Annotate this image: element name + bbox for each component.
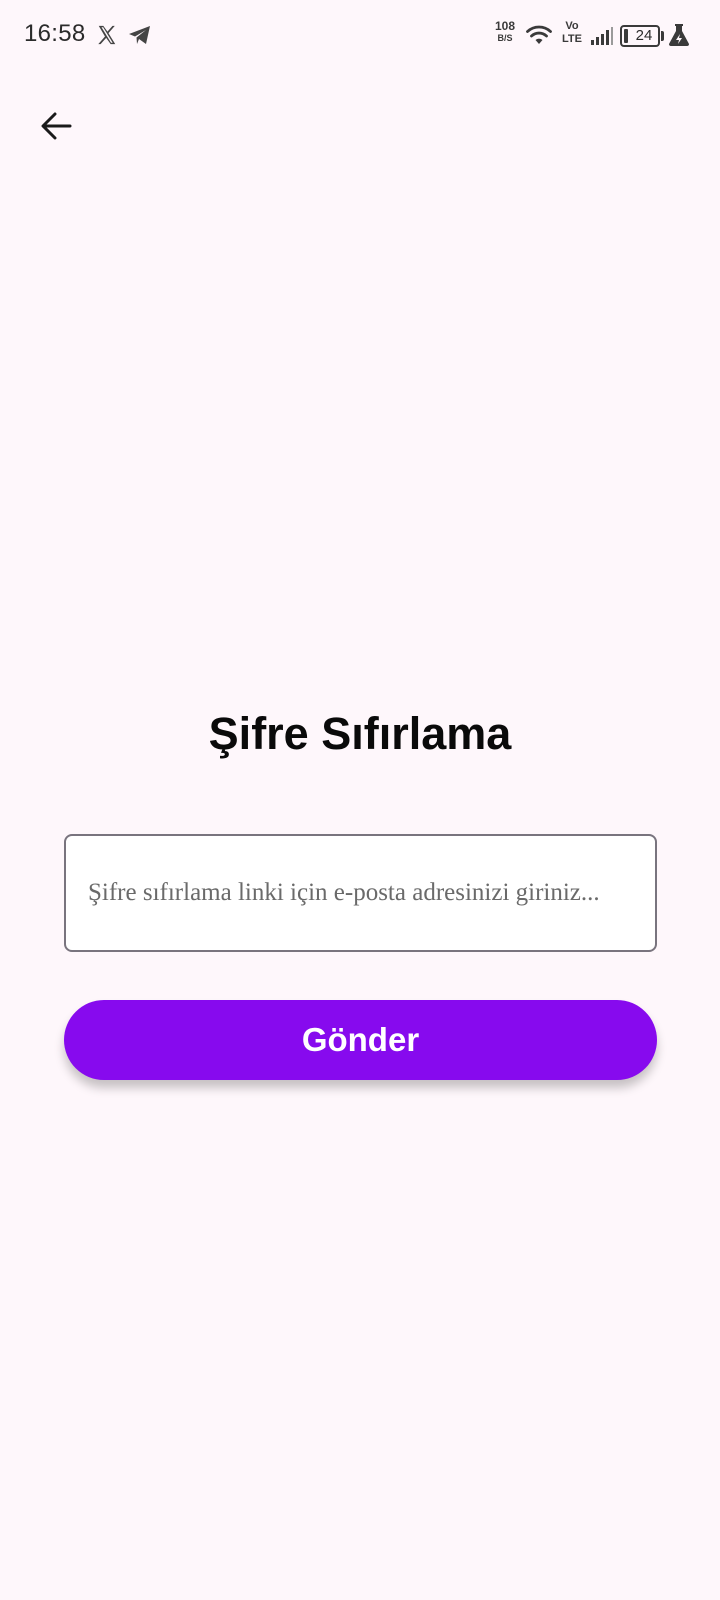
signal-strength-icon bbox=[591, 27, 613, 45]
network-speed-unit: B/S bbox=[497, 33, 513, 43]
password-reset-screen: 16:58 108 B/S Vo LTE 24 Şifre Sıfırlama … bbox=[0, 0, 720, 1600]
wifi-icon bbox=[526, 25, 552, 44]
battery-icon: 24 bbox=[620, 25, 660, 47]
send-button-label: Gönder bbox=[301, 1021, 420, 1058]
status-bar: 16:58 108 B/S Vo LTE 24 bbox=[0, 0, 720, 72]
telegram-icon bbox=[129, 26, 150, 44]
battery-tip bbox=[661, 31, 664, 41]
status-time: 16:58 bbox=[24, 20, 86, 47]
flask-icon bbox=[669, 24, 689, 46]
send-button[interactable]: Gönder bbox=[64, 1000, 657, 1080]
email-field[interactable] bbox=[64, 834, 657, 952]
battery-level: 24 bbox=[635, 27, 653, 44]
x-app-icon bbox=[98, 25, 116, 45]
arrow-left-icon bbox=[41, 112, 72, 140]
page-title: Şifre Sıfırlama bbox=[208, 708, 512, 759]
battery-fill bbox=[624, 29, 628, 43]
network-speed: 108 B/S bbox=[490, 20, 520, 44]
volte-bottom-label: LTE bbox=[562, 33, 582, 45]
back-button[interactable] bbox=[30, 100, 82, 152]
network-speed-value: 108 bbox=[494, 19, 516, 33]
volte-indicator: Vo LTE bbox=[560, 20, 584, 46]
email-input[interactable] bbox=[88, 879, 633, 907]
volte-top-label: Vo bbox=[565, 20, 579, 32]
